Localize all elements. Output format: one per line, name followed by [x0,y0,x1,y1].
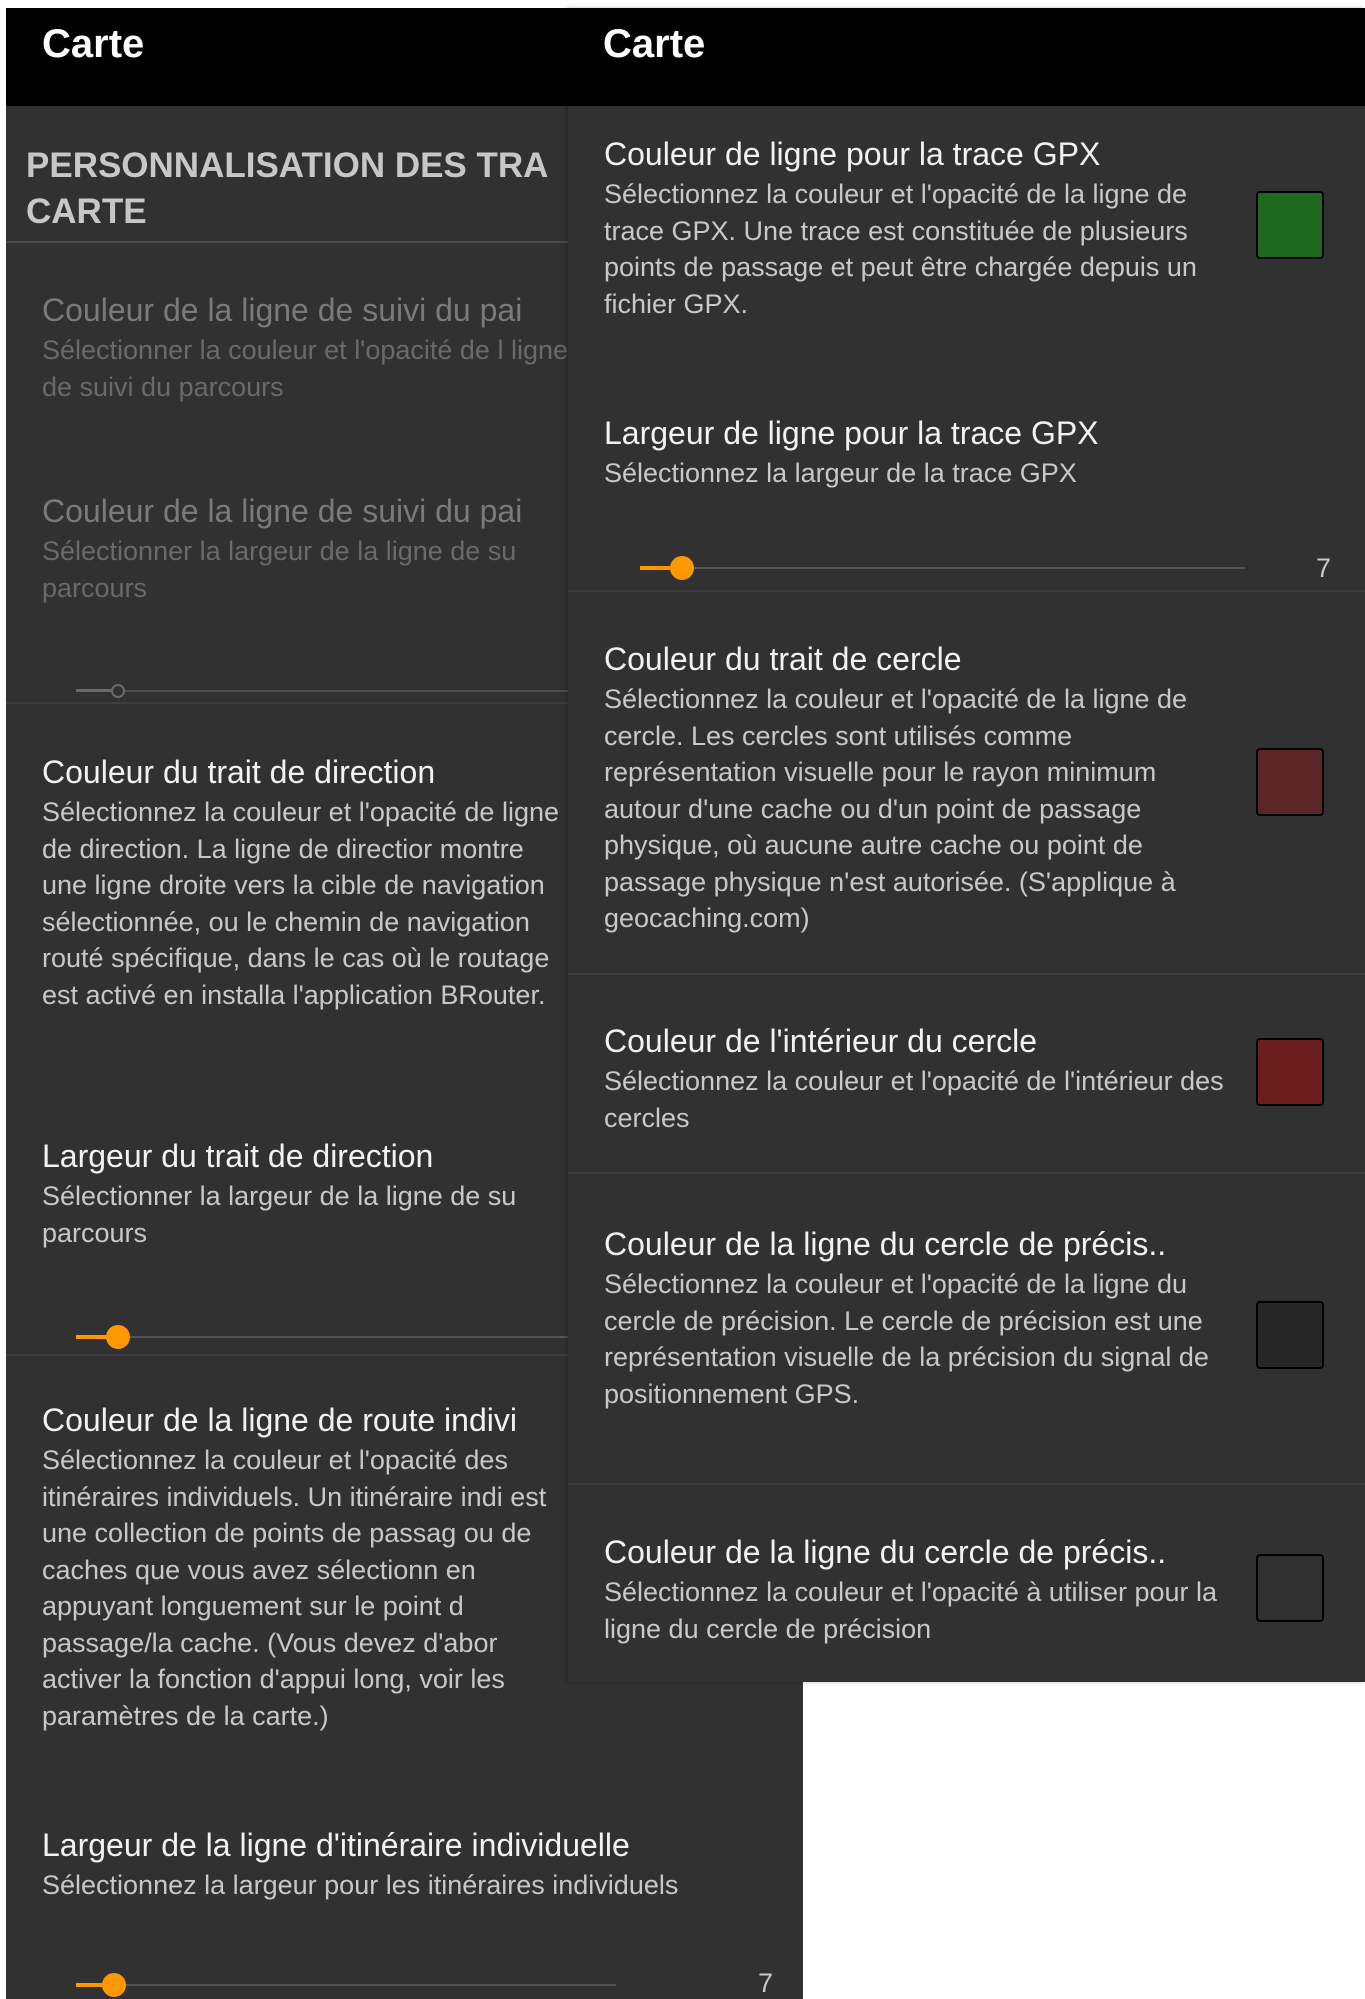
pref-track-width[interactable]: Couleur de la ligne de suivi du pai Séle… [42,489,572,606]
pref-track-color[interactable]: Couleur de la ligne de suivi du pai Séle… [42,288,572,405]
pref-title: Couleur de ligne pour la trace GPX [604,136,1101,172]
slider-track [76,1984,616,1986]
pref-summary: Sélectionnez la couleur et l'opacité de … [42,797,559,1010]
pref-title: Couleur de l'intérieur du cercle [604,1023,1037,1059]
pref-route-color[interactable]: Couleur de la ligne de route indivi Séle… [42,1398,572,1734]
slider-thumb[interactable] [670,556,695,580]
pref-title: Couleur de la ligne du cercle de précis.… [604,1226,1167,1262]
pref-circle-fill-color[interactable]: Couleur de l'intérieur du cercle Sélecti… [604,1019,1224,1136]
pref-title: Couleur du trait de cercle [604,641,962,677]
color-swatch[interactable] [1256,1554,1324,1622]
app-bar-title: Carte [42,22,145,66]
pref-accuracy-circle-line-color[interactable]: Couleur de la ligne du cercle de précis.… [604,1222,1224,1412]
app-bar-title: Carte [603,22,706,66]
pref-summary: Sélectionnez la couleur et l'opacité à u… [604,1577,1218,1644]
pref-title: Couleur du trait de direction [42,754,436,790]
slider-thumb[interactable] [106,1325,130,1349]
pref-direction-width[interactable]: Largeur du trait de direction Sélectionn… [42,1134,572,1251]
pref-summary: Sélectionnez la couleur et l'opacité de … [604,684,1188,933]
route-width-slider[interactable] [76,1970,616,1999]
row-divider [568,1172,1365,1174]
pref-gpx-color[interactable]: Couleur de ligne pour la trace GPX Sélec… [604,132,1224,322]
row-divider [568,973,1365,975]
pref-gpx-width[interactable]: Largeur de ligne pour la trace GPX Sélec… [604,411,1224,492]
pref-title: Couleur de la ligne de suivi du pai [42,292,523,328]
pref-title: Largeur de ligne pour la trace GPX [604,415,1099,451]
row-divider [568,1483,1365,1485]
app-bar: Carte [568,8,1365,106]
right-settings-screen: Carte Couleur de ligne pour la trace GPX… [568,8,1365,1682]
pref-title: Couleur de la ligne de route indivi [42,1402,517,1438]
pref-title: Couleur de la ligne du cercle de précis.… [604,1534,1167,1570]
pref-summary: Sélectionner la couleur et l'opacité de … [42,335,568,402]
pref-summary: Sélectionnez la largeur pour les itinéra… [42,1870,679,1900]
slider-value: 7 [1316,553,1332,583]
pref-title: Largeur du trait de direction [42,1138,434,1174]
gpx-width-slider[interactable] [640,553,1245,583]
pref-direction-color[interactable]: Couleur du trait de direction Sélectionn… [42,750,572,1013]
pref-route-width[interactable]: Largeur de la ligne d'itinéraire individ… [42,1823,802,1904]
row-divider [568,590,1365,592]
pref-summary: Sélectionnez la couleur et l'opacité de … [604,1269,1209,1409]
pref-title: Largeur de la ligne d'itinéraire individ… [42,1827,630,1863]
slider-thumb[interactable] [111,684,125,698]
slider-value: 7 [758,1968,774,1998]
pref-summary: Sélectionnez la couleur et l'opacité des… [42,1445,547,1731]
pref-accuracy-circle-line-color-2[interactable]: Couleur de la ligne du cercle de précis.… [604,1530,1224,1647]
color-swatch[interactable] [1256,1038,1324,1106]
slider-track [640,567,1245,569]
pref-summary: Sélectionnez la largeur de la trace GPX [604,458,1077,488]
pref-summary: Sélectionner la largeur de la ligne de s… [42,1181,517,1248]
pref-title: Couleur de la ligne de suivi du pai [42,493,523,529]
slider-thumb[interactable] [101,1973,126,1997]
color-swatch[interactable] [1256,748,1324,816]
pref-summary: Sélectionner la largeur de la ligne de s… [42,536,517,603]
color-swatch[interactable] [1256,191,1324,259]
pref-summary: Sélectionnez la couleur et l'opacité de … [604,179,1197,319]
pref-summary: Sélectionnez la couleur et l'opacité de … [604,1066,1224,1133]
color-swatch[interactable] [1256,1301,1324,1369]
section-header: PERSONNALISATION DES TRA CARTE [26,146,548,231]
pref-circle-stroke-color[interactable]: Couleur du trait de cercle Sélectionnez … [604,637,1224,937]
